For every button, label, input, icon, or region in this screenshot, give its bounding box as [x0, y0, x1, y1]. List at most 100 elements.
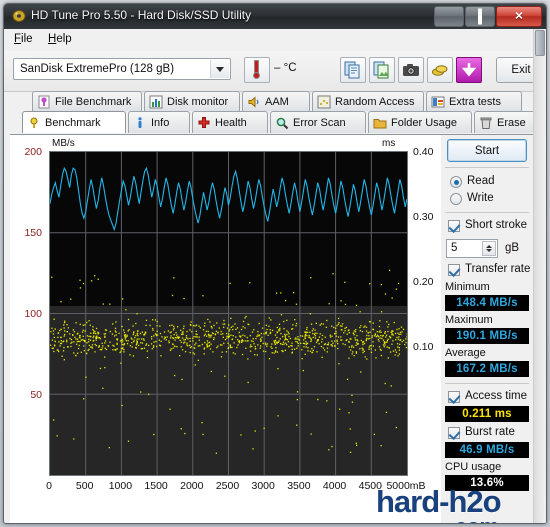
- erase-icon: [480, 117, 492, 129]
- x-tick-4000: 4000: [322, 480, 347, 492]
- drive-selector[interactable]: SanDisk ExtremePro (128 gB): [13, 58, 231, 80]
- benchmark-chart: MB/s ms 200 150 100 50 0.40 0.30 0.20 0.…: [10, 135, 441, 523]
- tab-label: Random Access: [335, 95, 415, 108]
- y-tick-150: 150: [24, 227, 42, 239]
- x-tick-3500: 3500: [287, 480, 311, 492]
- tab-health[interactable]: Health: [192, 111, 268, 133]
- tab-benchmark[interactable]: Benchmark: [22, 111, 126, 133]
- disk-monitor-icon: [149, 95, 163, 108]
- short-stroke-stepper[interactable]: 5: [446, 239, 498, 258]
- cpu-usage-label: CPU usage: [445, 461, 502, 473]
- drive-selector-label: SanDisk ExtremePro (128 gB): [20, 63, 175, 75]
- y2-tick-030: 0.30: [413, 211, 434, 223]
- folder-usage-icon: [373, 118, 387, 128]
- tab-bar: File Benchmark Disk monitor AAM Random A…: [4, 91, 546, 135]
- aam-icon: [248, 95, 259, 108]
- tab-label: Disk monitor: [167, 95, 229, 108]
- chevron-down-icon[interactable]: [210, 60, 229, 78]
- exit-button-label: Exit: [511, 64, 531, 76]
- access-time-value: 0.211 ms: [462, 408, 512, 420]
- tab-label: Error Scan: [293, 116, 346, 129]
- plot-canvas: [50, 152, 407, 475]
- checkbox-access-time-box: [448, 391, 460, 403]
- y-axis-unit-right: ms: [382, 138, 396, 149]
- screenshot-root: HD Tune Pro 5.50 - Hard Disk/SSD Utility…: [0, 0, 550, 527]
- tab-aam[interactable]: AAM: [242, 91, 310, 111]
- download-icon[interactable]: [456, 57, 482, 83]
- control-panel: Start Read Write Short stroke 5 gB Trans…: [441, 135, 536, 523]
- x-tick-3000: 3000: [251, 480, 275, 492]
- x-tick-2000: 2000: [180, 480, 204, 492]
- minimize-button[interactable]: [434, 6, 464, 27]
- checkbox-short-stroke-box: [448, 220, 460, 232]
- tab-info[interactable]: Info: [128, 111, 190, 133]
- tab-erase[interactable]: Erase: [474, 111, 540, 133]
- menu-bar: File Help: [4, 29, 546, 52]
- burst-rate-value: 46.9 MB/s: [459, 444, 515, 456]
- x-tick-2500: 2500: [215, 480, 240, 492]
- tab-label: Folder Usage: [391, 116, 458, 129]
- minimum-label: Minimum: [445, 281, 490, 293]
- tab-file-benchmark[interactable]: File Benchmark: [32, 91, 142, 111]
- tab-error-scan[interactable]: Error Scan: [270, 111, 366, 133]
- start-button-label: Start: [474, 144, 500, 157]
- menu-help[interactable]: Help: [48, 33, 72, 45]
- stepper-arrows[interactable]: [482, 241, 496, 256]
- info-icon: [138, 116, 142, 128]
- access-time-value-box: 0.211 ms: [445, 406, 529, 422]
- menu-file[interactable]: File: [14, 33, 33, 45]
- random-access-icon: [317, 95, 331, 108]
- maximum-label: Maximum: [445, 314, 493, 326]
- thermometer-icon: [244, 57, 270, 83]
- copy-icon[interactable]: [340, 57, 366, 83]
- screenshot-icon[interactable]: [398, 57, 424, 83]
- average-value-box: 167.2 MB/s: [445, 361, 529, 377]
- maximum-value: 190.1 MB/s: [456, 330, 518, 342]
- checkbox-access-time-label: Access time: [465, 390, 527, 402]
- cpu-usage-value-box: 13.6%: [445, 475, 529, 491]
- tab-extra-tests[interactable]: Extra tests: [426, 91, 522, 111]
- scrollbar-thumb[interactable]: [535, 30, 545, 56]
- health-icon: [198, 116, 210, 128]
- scrollbar[interactable]: [533, 29, 546, 523]
- checkbox-short-stroke-label: Short stroke: [465, 219, 527, 231]
- tab-disk-monitor[interactable]: Disk monitor: [144, 91, 240, 111]
- y2-tick-010: 0.10: [413, 341, 434, 353]
- start-button[interactable]: Start: [447, 139, 527, 162]
- cpu-usage-value: 13.6%: [470, 477, 504, 489]
- tab-label: Extra tests: [449, 95, 501, 108]
- tab-label: Benchmark: [45, 116, 101, 129]
- y2-tick-040: 0.40: [413, 146, 434, 158]
- maximum-value-box: 190.1 MB/s: [445, 328, 529, 344]
- x-tick-0: 0: [46, 480, 52, 492]
- minimum-value: 148.4 MB/s: [456, 297, 518, 309]
- y-axis-unit-left: MB/s: [52, 138, 75, 149]
- radio-write-label: Write: [467, 192, 494, 204]
- tab-label: Erase: [497, 116, 526, 129]
- copy-image-icon[interactable]: [369, 57, 395, 83]
- x-tick-4500: 4500: [358, 480, 382, 492]
- tab-label: AAM: [265, 95, 289, 108]
- checkbox-transfer-rate-label: Transfer rate: [465, 263, 531, 275]
- close-icon: ✕: [514, 10, 524, 22]
- average-label: Average: [445, 347, 486, 359]
- checkbox-burst-rate-box: [448, 427, 460, 439]
- radio-read-label: Read: [467, 175, 495, 187]
- tab-folder-usage[interactable]: Folder Usage: [368, 111, 472, 133]
- radio-write-dot: [450, 193, 462, 205]
- x-tick-1500: 1500: [144, 480, 168, 492]
- x-tick-500: 500: [75, 480, 94, 492]
- x-tick-5000: 5000mB: [386, 480, 426, 492]
- maximize-button[interactable]: [465, 6, 495, 27]
- donate-icon[interactable]: [427, 57, 453, 83]
- tab-label: Health: [215, 116, 247, 129]
- application-window: HD Tune Pro 5.50 - Hard Disk/SSD Utility…: [3, 3, 547, 524]
- short-stroke-unit: gB: [505, 242, 520, 254]
- temperature-value: – °C: [274, 62, 297, 74]
- extra-tests-icon: [431, 96, 445, 107]
- close-button[interactable]: ✕: [496, 6, 542, 27]
- y-tick-100: 100: [24, 308, 42, 320]
- tab-random-access[interactable]: Random Access: [312, 91, 424, 111]
- error-scan-icon: [276, 117, 289, 129]
- radio-read-dot: [450, 176, 462, 188]
